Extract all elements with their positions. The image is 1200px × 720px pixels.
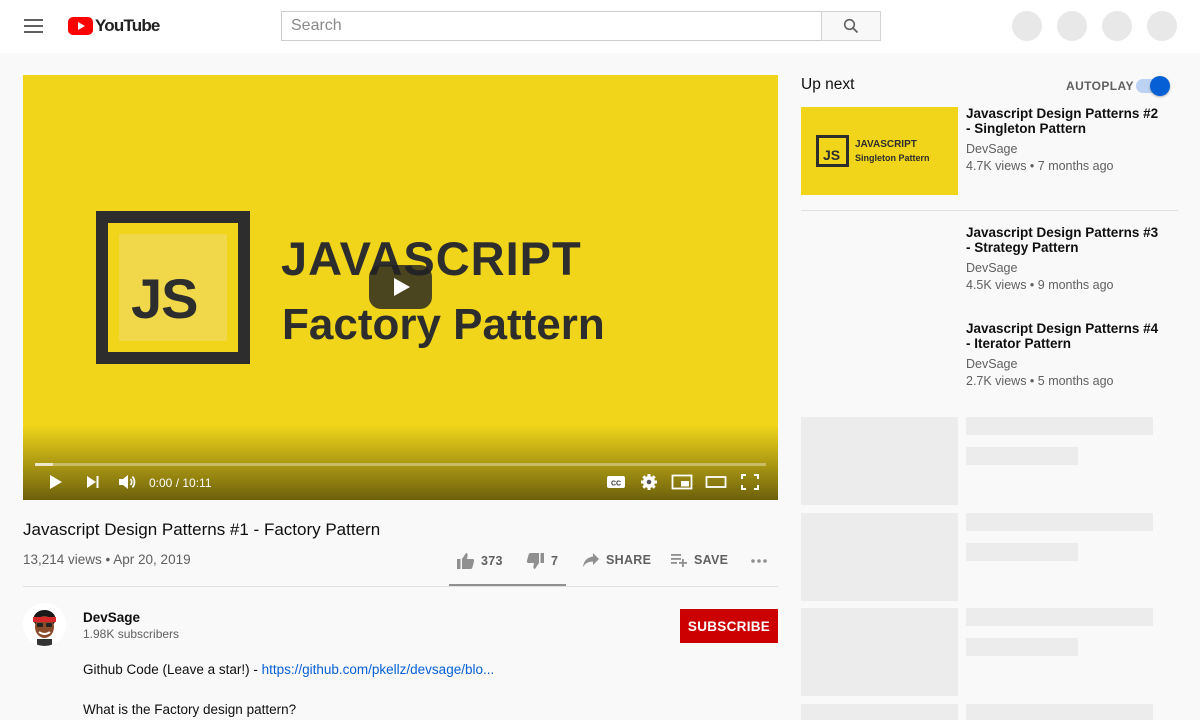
time-display: 0:00 / 10:11 [149, 476, 212, 490]
settings-gear-icon[interactable] [639, 473, 659, 491]
video-view-count-date: 13,214 views • Apr 20, 2019 [23, 552, 191, 567]
github-link[interactable]: https://github.com/pkellz/devsage/blo... [262, 662, 495, 677]
logo-text: YouTube [95, 16, 160, 35]
js-logo: JS [96, 211, 250, 364]
share-label: SHARE [606, 553, 652, 567]
skeleton-title [966, 608, 1153, 626]
rec-channel-1[interactable]: DevSage [966, 142, 1017, 156]
up-next-heading: Up next [801, 76, 855, 93]
description-line-2: What is the Factory design pattern? [83, 702, 297, 717]
search-icon [843, 18, 859, 34]
thumbnail-title-line2: Factory Pattern [282, 300, 605, 349]
skeleton-title [966, 417, 1153, 435]
playlist-add-icon [671, 554, 687, 567]
skeleton-title [966, 513, 1153, 531]
masthead: YouTube [0, 0, 1200, 53]
save-label: SAVE [694, 553, 729, 567]
rec-meta-1: 4.7K views • 7 months ago [966, 159, 1114, 173]
rec-meta-3: 2.7K views • 5 months ago [966, 374, 1114, 388]
rec-meta-2: 4.5K views • 9 months ago [966, 278, 1114, 292]
skeleton-thumbnail [801, 704, 958, 720]
like-count: 373 [481, 554, 503, 568]
apps-icon[interactable] [1057, 11, 1087, 41]
rec-thumbnail-line2: Singleton Pattern [855, 153, 930, 163]
rec-title-3[interactable]: Javascript Design Patterns #4 - Iterator… [966, 321, 1166, 351]
description-text: Github Code (Leave a star!) - [83, 662, 262, 677]
theater-mode-icon[interactable] [705, 473, 727, 491]
skeleton-meta [966, 447, 1078, 465]
skeleton-thumbnail [801, 608, 958, 696]
channel-avatar-icon [23, 603, 66, 646]
rec-channel-3[interactable]: DevSage [966, 357, 1017, 371]
rec-thumbnail-line1: JAVASCRIPT [855, 139, 917, 150]
large-play-button[interactable] [369, 265, 432, 309]
search-button[interactable] [821, 11, 881, 41]
rec-thumbnail-1[interactable]: JS JAVASCRIPT Singleton Pattern [801, 107, 958, 195]
notifications-icon[interactable] [1102, 11, 1132, 41]
skeleton-meta [966, 543, 1078, 561]
dislike-count: 7 [551, 554, 559, 568]
next-icon[interactable] [85, 473, 101, 491]
share-button[interactable]: SHARE [582, 552, 651, 568]
avatar[interactable] [1147, 11, 1177, 41]
youtube-logo[interactable]: YouTube [68, 16, 160, 36]
autoplay-toggle[interactable] [1136, 76, 1170, 96]
svg-text:CC: CC [611, 481, 621, 488]
subscribe-button[interactable]: SUBSCRIBE [680, 609, 778, 643]
search-input[interactable] [281, 11, 821, 41]
play-icon[interactable] [48, 473, 64, 491]
channel-avatar[interactable] [23, 603, 66, 646]
more-horizontal-icon [751, 559, 767, 563]
youtube-play-icon [68, 17, 93, 35]
search-bar [281, 11, 881, 41]
more-actions-button[interactable] [750, 552, 768, 568]
skeleton-meta [966, 638, 1078, 656]
volume-icon[interactable] [117, 473, 137, 491]
divider [801, 210, 1178, 211]
miniplayer-icon[interactable] [671, 473, 693, 491]
thumbs-up-icon [457, 553, 475, 569]
rec-channel-2[interactable]: DevSage [966, 261, 1017, 275]
video-player[interactable]: JS JAVASCRIPT Factory Pattern 0:00 / 10:… [23, 75, 778, 500]
create-video-icon[interactable] [1012, 11, 1042, 41]
progress-bar[interactable] [35, 463, 766, 466]
autoplay-label: AUTOPLAY [1066, 79, 1134, 93]
subscriber-count: 1.98K subscribers [83, 627, 180, 641]
menu-icon[interactable] [24, 19, 43, 33]
video-title: Javascript Design Patterns #1 - Factory … [23, 520, 381, 539]
divider [23, 586, 778, 587]
save-button[interactable]: SAVE [670, 552, 728, 568]
description-line-1: Github Code (Leave a star!) - https://gi… [83, 662, 494, 677]
share-icon [583, 553, 599, 567]
skeleton-thumbnail [801, 513, 958, 601]
js-logo-text: JS [131, 267, 198, 330]
skeleton-thumbnail [801, 417, 958, 505]
dislike-button[interactable]: 7 [526, 552, 558, 570]
channel-name[interactable]: DevSage [83, 610, 140, 625]
captions-icon[interactable]: CC [606, 473, 626, 491]
thumbs-down-icon [526, 553, 544, 569]
fullscreen-icon[interactable] [740, 473, 760, 491]
skeleton-title [966, 704, 1153, 720]
rec-title-2[interactable]: Javascript Design Patterns #3 - Strategy… [966, 225, 1166, 255]
rec-title-1[interactable]: Javascript Design Patterns #2 - Singleto… [966, 106, 1166, 136]
js-logo: JS [816, 135, 849, 167]
like-button[interactable]: 373 [456, 552, 503, 570]
progress-played [35, 463, 53, 466]
